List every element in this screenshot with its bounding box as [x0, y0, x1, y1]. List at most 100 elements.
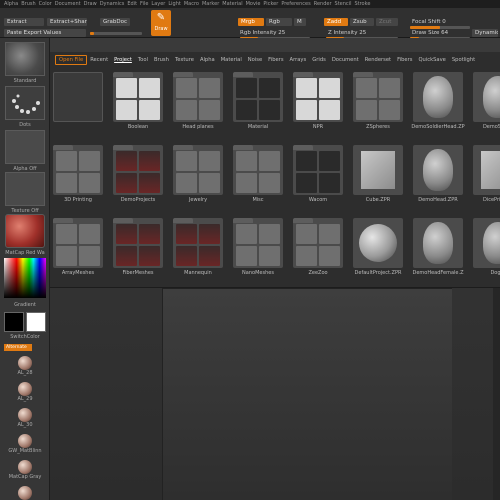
mrgb-toggle[interactable]: Mrgb: [238, 18, 264, 26]
material-ball-1[interactable]: [18, 382, 32, 396]
dots-stroke-thumb[interactable]: [5, 86, 45, 120]
menu-item-dynamics[interactable]: Dynamics: [100, 0, 125, 8]
paste-export-values-button[interactable]: Paste Export Values: [4, 29, 86, 37]
gradient-label: Gradient: [14, 302, 36, 308]
lightbox-tab-noise[interactable]: Noise: [245, 55, 265, 65]
lightbox-tab-grids[interactable]: Grids: [309, 55, 329, 65]
dynamic-button[interactable]: Dynamic: [472, 29, 498, 37]
folder-previews: [296, 78, 340, 120]
lightbox-item-caption: Cube.ZPR: [365, 197, 391, 203]
preview-cell: [116, 78, 137, 98]
lightbox-tab-tool[interactable]: Tool: [135, 55, 151, 65]
lightbox-tab-texture[interactable]: Texture: [172, 55, 197, 65]
lightbox-item-caption: Mannequin: [184, 270, 212, 276]
folder-previews: [236, 224, 280, 266]
menu-item-alpha[interactable]: Alpha: [4, 0, 18, 8]
menu-item-file[interactable]: File: [140, 0, 148, 8]
color-picker[interactable]: [4, 258, 46, 298]
material-ball-5[interactable]: [18, 486, 32, 500]
menu-item-material[interactable]: Material: [222, 0, 242, 8]
material-ball-3[interactable]: [18, 434, 32, 448]
lightbox-tab-fibers[interactable]: Fibers: [265, 55, 286, 65]
preview-cell: [296, 246, 317, 266]
material-label: MatCap Gray: [8, 474, 42, 480]
menu-item-render[interactable]: Render: [314, 0, 332, 8]
extract-sharp-button[interactable]: Extract+Sharp: [47, 18, 87, 26]
menu-item-picker[interactable]: Picker: [263, 0, 278, 8]
menu-item-marker[interactable]: Marker: [202, 0, 219, 8]
menu-item-stroke[interactable]: Stroke: [354, 0, 370, 8]
material-ball-4[interactable]: [18, 460, 32, 474]
menu-item-brush[interactable]: Brush: [21, 0, 35, 8]
menu-item-document[interactable]: Document: [55, 0, 81, 8]
primary-color-swatch[interactable]: [4, 312, 24, 332]
preview-cell: [236, 100, 257, 120]
preview-cell: [176, 78, 197, 98]
lightbox-item-caption: DemoHead.ZPR: [418, 197, 458, 203]
grabdoc-button[interactable]: GrabDoc: [100, 18, 130, 26]
m-toggle[interactable]: M: [294, 18, 306, 26]
cube-preview: [481, 151, 500, 189]
lightbox-tab-recent[interactable]: Recent: [87, 55, 111, 65]
secondary-color-swatch[interactable]: [26, 312, 46, 332]
lightbox-tab-material[interactable]: Material: [218, 55, 245, 65]
menu-item-draw[interactable]: Draw: [84, 0, 97, 8]
lightbox-tab-spotlight[interactable]: Spotlight: [449, 55, 478, 65]
lightbox-tab-open-file[interactable]: Open File: [55, 55, 88, 65]
preview-cell: [259, 78, 280, 98]
preview-cell: [176, 173, 197, 193]
lightbox-tab-document[interactable]: Document: [329, 55, 362, 65]
preview-cell: [199, 151, 220, 171]
menu-item-layer[interactable]: Layer: [151, 0, 165, 8]
alpha-off-thumb[interactable]: [5, 130, 45, 164]
extract-button[interactable]: Extract: [4, 18, 44, 26]
zcut-toggle[interactable]: Zcut: [376, 18, 398, 26]
material-ball-2[interactable]: [18, 408, 32, 422]
preview-cell: [139, 78, 160, 98]
folder-previews: [296, 151, 340, 193]
lightbox-tab-arrays[interactable]: Arrays: [287, 55, 310, 65]
preview-cell: [356, 100, 377, 120]
lightbox-item-caption: NanoMeshes: [242, 270, 274, 276]
menu-item-color[interactable]: Color: [39, 0, 52, 8]
menu-item-movie[interactable]: Movie: [246, 0, 261, 8]
rgb-toggle[interactable]: Rgb: [266, 18, 292, 26]
matcap-material-thumb[interactable]: [5, 214, 45, 248]
lightbox-tab-alpha[interactable]: Alpha: [197, 55, 218, 65]
standard-brush-thumb[interactable]: [5, 42, 45, 76]
lightbox-tab-project[interactable]: Project: [111, 55, 135, 65]
material-ball-0[interactable]: [18, 356, 32, 370]
lightbox-item-caption: DemoProjects: [120, 197, 156, 203]
document-canvas[interactable]: [162, 288, 452, 500]
right-tray-scroll[interactable]: [493, 288, 500, 500]
lightbox-tabs: Open File Recent Project Tool Brush Texture Al…: [55, 55, 500, 65]
lightbox-item-caption: Head planes: [182, 124, 214, 130]
zsub-toggle[interactable]: Zsub: [350, 18, 374, 26]
matcap-label: MatCap Red Wa: [5, 250, 45, 256]
zbrush-window: Alpha Brush Color Document Draw Dynamics Edit F…: [0, 0, 500, 500]
lightbox-tab-quicksave[interactable]: QuickSave: [415, 55, 448, 65]
menu-item-light[interactable]: Light: [168, 0, 180, 8]
menu-item-preferences[interactable]: Preferences: [281, 0, 310, 8]
lightbox-item-caption: ZSpheres: [366, 124, 390, 130]
menu-item-macro[interactable]: Macro: [184, 0, 199, 8]
draw-button[interactable]: ✎ Draw: [151, 10, 171, 36]
preview-cell: [116, 246, 137, 266]
lightbox-item-caption: ZeeZoo: [308, 270, 328, 276]
preview-cell: [199, 173, 220, 193]
lightbox-tab-brush[interactable]: Brush: [151, 55, 172, 65]
alternate-button[interactable]: Alternate: [4, 344, 32, 351]
preview-cell: [79, 173, 100, 193]
menu-item-stencil[interactable]: Stencil: [335, 0, 352, 8]
preview-cell: [116, 100, 137, 120]
zadd-toggle[interactable]: Zadd: [324, 18, 348, 26]
switch-color-label[interactable]: SwitchColor: [0, 334, 50, 340]
preview-cell: [319, 151, 340, 171]
lightbox-tab-fibers[interactable]: Fibers: [394, 55, 415, 65]
texture-off-thumb[interactable]: [5, 172, 45, 206]
preview-cell: [259, 100, 280, 120]
lightbox-tab-renderset[interactable]: Renderset: [362, 55, 394, 65]
menu-item-edit[interactable]: Edit: [127, 0, 137, 8]
toolbar-slider-left[interactable]: [90, 32, 142, 35]
lightbox-item-caption: DemoSoldierHead.ZP: [411, 124, 465, 130]
